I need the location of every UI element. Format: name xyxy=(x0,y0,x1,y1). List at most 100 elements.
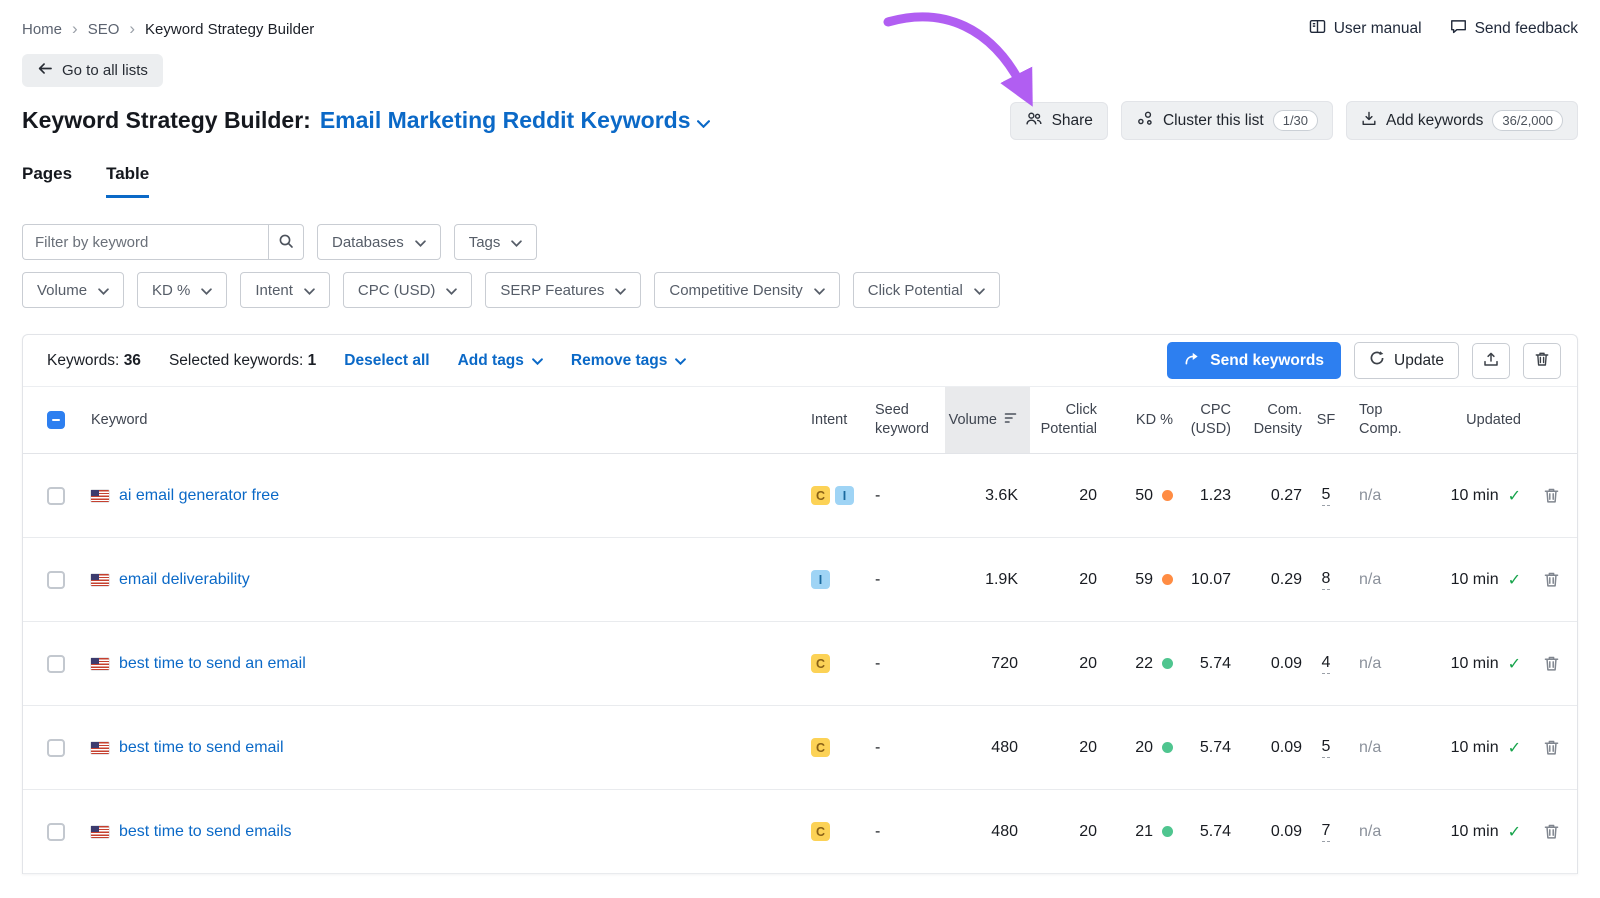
add-keywords-count-badge: 36/2,000 xyxy=(1492,110,1563,131)
chevron-down-icon xyxy=(532,352,543,370)
col-updated[interactable]: Updated xyxy=(1407,387,1525,453)
breadcrumb-current: Keyword Strategy Builder xyxy=(145,21,314,38)
breadcrumb-home[interactable]: Home xyxy=(22,21,62,38)
table-row: best time to send an email C - 720 20 22… xyxy=(23,622,1577,706)
tags-filter-dropdown[interactable]: Tags xyxy=(454,224,538,260)
keyword-link[interactable]: email deliverability xyxy=(119,571,250,589)
add-keywords-button[interactable]: Add keywords 36/2,000 xyxy=(1346,101,1578,140)
sf-value[interactable]: 7 xyxy=(1322,822,1331,842)
row-checkbox[interactable] xyxy=(47,571,65,589)
cluster-this-list-button[interactable]: Cluster this list 1/30 xyxy=(1121,101,1333,140)
header-actions: Share Cluster this list 1/30 Add keyword… xyxy=(1010,101,1578,140)
export-button[interactable] xyxy=(1472,343,1510,379)
intent-filter-dropdown[interactable]: Intent xyxy=(240,272,330,308)
kd-dot-icon xyxy=(1162,490,1173,501)
col-intent[interactable]: Intent xyxy=(795,387,865,453)
delete-row-button[interactable] xyxy=(1543,571,1560,588)
col-cpc[interactable]: CPC (USD) xyxy=(1179,387,1235,453)
keyword-link[interactable]: best time to send email xyxy=(119,739,284,757)
send-keywords-button[interactable]: Send keywords xyxy=(1167,342,1341,379)
table-row: ai email generator free C I - 3.6K 20 50… xyxy=(23,454,1577,538)
chevron-down-icon xyxy=(675,352,686,370)
keyword-link[interactable]: best time to send emails xyxy=(119,823,292,841)
col-seed-keyword[interactable]: Seed keyword xyxy=(865,387,945,453)
sf-value[interactable]: 8 xyxy=(1322,570,1331,590)
click-potential-filter-dropdown[interactable]: Click Potential xyxy=(853,272,1000,308)
kd-dot-icon xyxy=(1162,574,1173,585)
page-header: Keyword Strategy Builder: Email Marketin… xyxy=(22,101,1578,140)
send-feedback-link[interactable]: Send feedback xyxy=(1450,19,1578,39)
select-all-checkbox[interactable] xyxy=(47,411,65,429)
delete-row-button[interactable] xyxy=(1543,739,1560,756)
cpc-filter-dropdown[interactable]: CPC (USD) xyxy=(343,272,473,308)
col-kd[interactable]: KD % xyxy=(1103,387,1179,453)
delete-row-button[interactable] xyxy=(1543,823,1560,840)
chevron-down-icon xyxy=(304,282,315,299)
deselect-all-link[interactable]: Deselect all xyxy=(344,352,429,370)
intent-badge-commercial[interactable]: C xyxy=(811,486,830,505)
chevron-down-icon xyxy=(615,282,626,299)
cpc-value: 5.74 xyxy=(1179,706,1235,789)
go-to-all-lists-button[interactable]: Go to all lists xyxy=(22,54,163,87)
col-keyword[interactable]: Keyword xyxy=(87,387,795,453)
row-checkbox[interactable] xyxy=(47,655,65,673)
volume-value: 3.6K xyxy=(945,454,1030,537)
updated-value: 10 min✓ xyxy=(1407,790,1525,873)
intent-badge-commercial[interactable]: C xyxy=(811,654,830,673)
serp-features-filter-dropdown[interactable]: SERP Features xyxy=(485,272,641,308)
sf-value[interactable]: 5 xyxy=(1322,738,1331,758)
list-name-dropdown[interactable]: Email Marketing Reddit Keywords xyxy=(320,107,711,134)
add-tags-dropdown[interactable]: Add tags xyxy=(458,352,543,370)
row-checkbox[interactable] xyxy=(47,487,65,505)
click-potential-value: 20 xyxy=(1030,622,1103,705)
intent-badge-informational[interactable]: I xyxy=(811,570,830,589)
search-icon xyxy=(278,233,294,252)
seed-keyword-value: - xyxy=(865,454,945,537)
filters: Databases Tags Volume KD % Intent C xyxy=(22,224,1578,308)
delete-row-button[interactable] xyxy=(1543,487,1560,504)
intent-badge-commercial[interactable]: C xyxy=(811,822,830,841)
table-row: best time to send email C - 480 20 20 5.… xyxy=(23,706,1577,790)
keyword-link[interactable]: best time to send an email xyxy=(119,655,306,673)
volume-value: 480 xyxy=(945,790,1030,873)
table-row: best time to send emails C - 480 20 21 5… xyxy=(23,790,1577,874)
kd-filter-dropdown[interactable]: KD % xyxy=(137,272,227,308)
row-checkbox[interactable] xyxy=(47,739,65,757)
check-icon: ✓ xyxy=(1508,738,1521,758)
top-comp-value: n/a xyxy=(1347,790,1407,873)
col-volume-sorted[interactable]: Volume xyxy=(945,387,1030,453)
keyword-link[interactable]: ai email generator free xyxy=(119,487,279,505)
density-value: 0.09 xyxy=(1235,622,1305,705)
col-click-potential[interactable]: Click Potential xyxy=(1030,387,1103,453)
sf-value[interactable]: 4 xyxy=(1322,654,1331,674)
competitive-density-filter-dropdown[interactable]: Competitive Density xyxy=(654,272,839,308)
col-com-density[interactable]: Com. Density xyxy=(1235,387,1305,453)
col-sf[interactable]: SF xyxy=(1305,387,1347,453)
row-checkbox[interactable] xyxy=(47,823,65,841)
cluster-icon xyxy=(1136,111,1154,131)
tab-pages[interactable]: Pages xyxy=(22,164,72,198)
user-manual-link[interactable]: User manual xyxy=(1309,19,1422,39)
share-button[interactable]: Share xyxy=(1010,102,1108,140)
sf-value[interactable]: 5 xyxy=(1322,486,1331,506)
delete-selected-button[interactable] xyxy=(1523,343,1561,379)
breadcrumb-seo[interactable]: SEO xyxy=(88,21,120,38)
update-button[interactable]: Update xyxy=(1354,342,1459,379)
intent-badge-informational[interactable]: I xyxy=(835,486,854,505)
volume-value: 1.9K xyxy=(945,538,1030,621)
keyword-search-button[interactable] xyxy=(268,224,304,260)
chevron-down-icon xyxy=(415,234,426,251)
intent-badge-commercial[interactable]: C xyxy=(811,738,830,757)
density-value: 0.29 xyxy=(1235,538,1305,621)
remove-tags-dropdown[interactable]: Remove tags xyxy=(571,352,686,370)
col-top-comp[interactable]: Top Comp. xyxy=(1347,387,1407,453)
delete-row-button[interactable] xyxy=(1543,655,1560,672)
send-arrow-icon xyxy=(1184,351,1200,371)
density-value: 0.27 xyxy=(1235,454,1305,537)
databases-filter-dropdown[interactable]: Databases xyxy=(317,224,441,260)
keyword-filter-input[interactable] xyxy=(22,224,268,260)
volume-filter-dropdown[interactable]: Volume xyxy=(22,272,124,308)
tab-table[interactable]: Table xyxy=(106,164,149,198)
density-value: 0.09 xyxy=(1235,706,1305,789)
updated-value: 10 min✓ xyxy=(1407,454,1525,537)
